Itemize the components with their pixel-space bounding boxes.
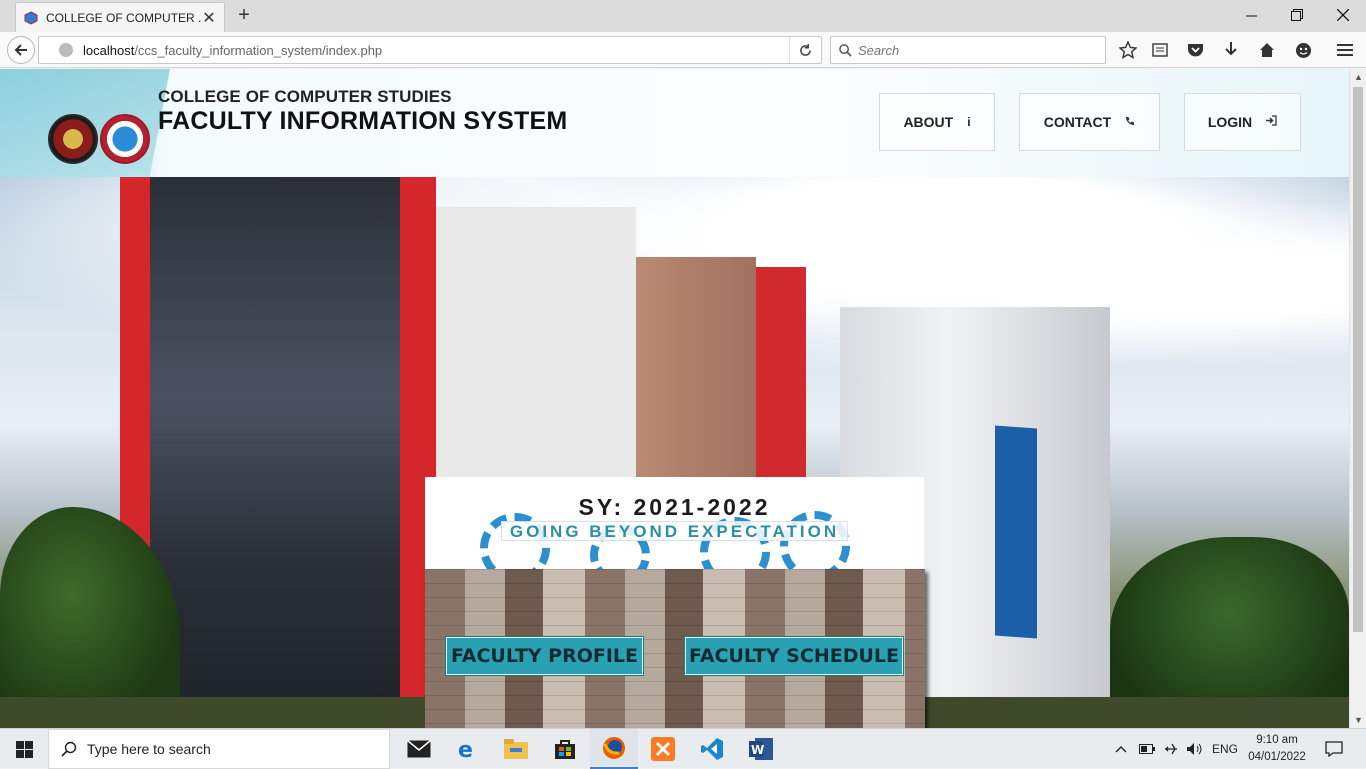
new-tab-icon[interactable]: + xyxy=(233,4,255,26)
feedback-icon[interactable] xyxy=(1293,40,1313,60)
university-seal-logo xyxy=(48,114,98,164)
scroll-down-icon[interactable]: ▼ xyxy=(1350,712,1366,728)
url-text[interactable]: localhost/ccs_faculty_information_system… xyxy=(83,43,789,58)
windows-start-icon[interactable] xyxy=(0,729,48,769)
url-path: /ccs_faculty_information_system/index.ph… xyxy=(134,42,383,58)
edge-browser-icon[interactable]: e xyxy=(444,729,492,769)
ccs-logo xyxy=(100,114,150,164)
back-arrow-icon[interactable] xyxy=(7,36,35,64)
school-year: SY: 2021-2022 xyxy=(578,494,771,520)
restore-icon[interactable] xyxy=(1274,0,1320,30)
card-body: FACULTY PROFILE FACULTY SCHEDULE xyxy=(425,569,925,728)
file-explorer-icon[interactable] xyxy=(492,729,540,769)
svg-text:W: W xyxy=(751,743,764,757)
svg-text:e: e xyxy=(458,738,473,760)
word-icon[interactable]: W xyxy=(737,729,785,769)
reload-icon[interactable] xyxy=(789,37,821,63)
taskbar-clock[interactable]: 9:10 am 04/01/2022 xyxy=(1240,732,1314,766)
reading-list-icon[interactable] xyxy=(1150,40,1170,60)
search-box[interactable] xyxy=(830,36,1106,64)
scroll-up-icon[interactable]: ▲ xyxy=(1350,69,1366,85)
site-favicon-icon xyxy=(24,10,38,25)
info-icon: i xyxy=(967,115,971,129)
url-host: localhost xyxy=(83,42,135,58)
login-button[interactable]: LOGIN xyxy=(1184,93,1301,151)
login-label: LOGIN xyxy=(1207,114,1253,130)
about-label: ABOUT xyxy=(903,114,954,130)
download-icon[interactable] xyxy=(1221,40,1241,60)
bookmark-star-icon[interactable] xyxy=(1118,40,1138,60)
college-name: COLLEGE OF COMPUTER STUDIES xyxy=(158,87,452,106)
contact-button[interactable]: CONTACT xyxy=(1019,93,1160,151)
contact-label: CONTACT xyxy=(1043,114,1112,130)
faculty-profile-button[interactable]: FACULTY PROFILE xyxy=(446,637,643,675)
menu-icon[interactable] xyxy=(1335,40,1355,60)
motto: GOING BEYOND EXPECTATION xyxy=(501,521,848,541)
about-button[interactable]: ABOUT i xyxy=(879,93,995,151)
language-indicator[interactable]: ENG xyxy=(1212,729,1238,769)
web-page: COLLEGE OF COMPUTER STUDIES FACULTY INFO… xyxy=(0,69,1349,728)
sign-in-icon xyxy=(1266,115,1277,129)
browser-tab[interactable]: COLLEGE OF COMPUTER ... ✕ xyxy=(15,2,225,32)
main-card: SY: 2021-2022 GOING BEYOND EXPECTATION F… xyxy=(425,477,925,728)
store-icon[interactable] xyxy=(541,729,589,769)
search-icon xyxy=(839,43,852,57)
taskbar-search-placeholder: Type here to search xyxy=(87,741,211,757)
close-window-icon[interactable] xyxy=(1320,0,1366,30)
minimize-icon[interactable] xyxy=(1228,0,1274,30)
scrollbar-thumb[interactable] xyxy=(1353,87,1363,632)
show-hidden-icons-icon[interactable] xyxy=(1115,729,1127,769)
vscode-icon[interactable] xyxy=(688,729,736,769)
battery-icon[interactable] xyxy=(1139,729,1155,769)
site-info-icon[interactable] xyxy=(59,43,73,57)
mail-app-icon[interactable] xyxy=(395,729,443,769)
card-banner: SY: 2021-2022 GOING BEYOND EXPECTATION xyxy=(425,477,924,569)
system-title: FACULTY INFORMATION SYSTEM xyxy=(158,107,568,135)
faculty-schedule-button[interactable]: FACULTY SCHEDULE xyxy=(685,637,903,675)
phone-icon xyxy=(1125,115,1135,129)
tab-close-icon[interactable]: ✕ xyxy=(202,8,216,28)
volume-icon[interactable] xyxy=(1186,729,1204,769)
clock-time: 9:10 am xyxy=(1256,734,1298,746)
taskbar-search[interactable]: Type here to search xyxy=(48,729,390,769)
tab-title: COLLEGE OF COMPUTER ... xyxy=(46,10,202,25)
airplane-mode-icon[interactable] xyxy=(1163,729,1179,769)
browser-tab-bar: COLLEGE OF COMPUTER ... ✕ + xyxy=(0,0,1366,32)
clock-date: 04/01/2022 xyxy=(1248,751,1306,763)
xampp-icon[interactable] xyxy=(639,729,687,769)
home-icon[interactable] xyxy=(1257,40,1277,60)
page-scrollbar[interactable]: ▲ ▼ xyxy=(1349,69,1366,728)
windows-taskbar: Type here to search e W ENG 9:10 am 04/0… xyxy=(0,728,1366,769)
campus-background-image: SY: 2021-2022 GOING BEYOND EXPECTATION F… xyxy=(0,177,1349,728)
pocket-icon[interactable] xyxy=(1185,40,1205,60)
notifications-icon[interactable] xyxy=(1325,729,1343,769)
search-icon xyxy=(61,741,77,757)
address-bar[interactable]: localhost/ccs_faculty_information_system… xyxy=(38,36,822,64)
search-input[interactable] xyxy=(858,42,1098,58)
browser-nav-bar: localhost/ccs_faculty_information_system… xyxy=(0,32,1366,68)
site-header: COLLEGE OF COMPUTER STUDIES FACULTY INFO… xyxy=(0,69,1349,177)
firefox-icon[interactable] xyxy=(590,729,638,769)
